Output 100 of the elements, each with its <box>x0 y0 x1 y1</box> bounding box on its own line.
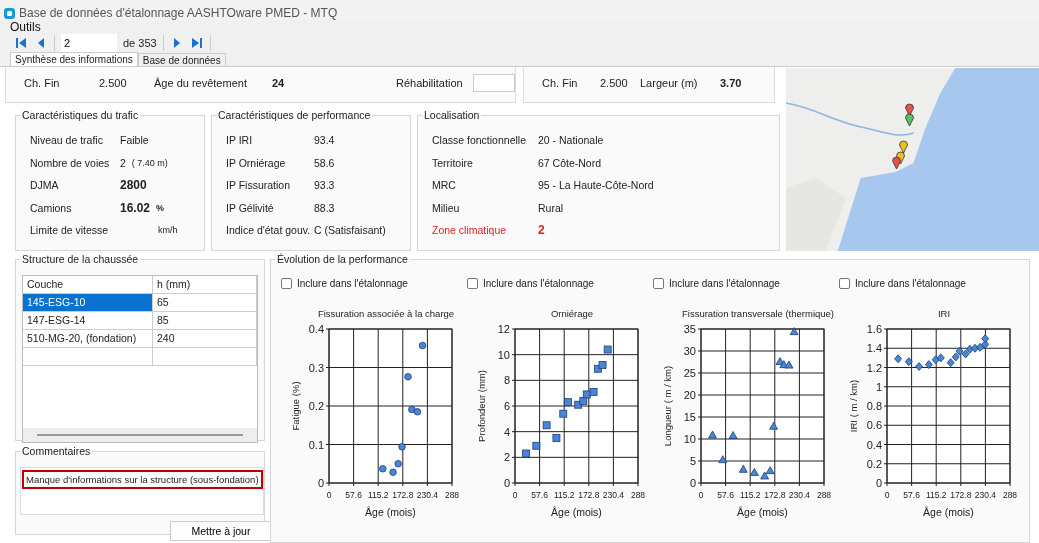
axis-tick-label: 0 <box>884 490 890 500</box>
field-label: Camions <box>30 201 73 214</box>
field-value: Rural <box>538 201 564 214</box>
comment-text: Manque d'informations sur la structure (sous-fondation) <box>22 470 263 489</box>
axis-tick-label: 115.2 <box>739 490 761 500</box>
data-point <box>532 441 541 450</box>
data-point <box>961 349 970 359</box>
data-point <box>542 421 551 430</box>
tab[interactable]: Synthèse des informations <box>10 52 138 66</box>
next-icon <box>172 37 181 49</box>
table-cell[interactable]: 85 <box>153 312 257 329</box>
data-point <box>522 449 530 458</box>
axis-title: Âge (mois) <box>551 506 602 518</box>
checkbox-label[interactable]: Inclure dans l'étalonnage <box>483 277 594 289</box>
table-cell[interactable]: 65 <box>153 294 257 311</box>
field-label: DJMA <box>30 179 60 192</box>
table-cell[interactable]: 510-MG-20, (fondation) <box>23 330 153 347</box>
axis-tick-label: 0.2 <box>308 400 324 412</box>
data-point <box>904 357 913 367</box>
field-value: 24 <box>272 76 286 89</box>
axis-tick-label: 0 <box>326 490 332 500</box>
axis-tick-label: 172.8 <box>578 490 600 500</box>
data-point <box>559 409 568 418</box>
axis-tick-label: 0.4 <box>866 438 882 451</box>
axis-tick-label: 288 <box>630 490 646 500</box>
field-value: 2 <box>120 156 126 169</box>
field-label: Limite de vitesse <box>30 224 110 237</box>
axis-tick-label: 172.8 <box>950 490 972 500</box>
data-point <box>404 373 412 381</box>
field-label: MRC <box>432 179 457 192</box>
field-value: 2800 <box>120 178 147 193</box>
unit-label: km/h <box>158 225 178 236</box>
group-title: Localisation <box>423 109 481 121</box>
axis-tick-label: 115.2 <box>925 490 947 500</box>
axis-tick-label: 172.8 <box>764 490 786 500</box>
axis-tick-label: 6 <box>503 400 510 412</box>
checkbox-label[interactable]: Inclure dans l'étalonnage <box>855 277 966 289</box>
axis-title: Âge (mois) <box>923 506 974 518</box>
data-point <box>379 465 387 473</box>
previous-icon <box>37 37 45 49</box>
axis-tick-label: 0 <box>512 490 518 500</box>
checkbox[interactable] <box>653 277 664 289</box>
axis-title: Âge (mois) <box>737 506 788 518</box>
update-button[interactable]: Mettre à jour <box>170 521 272 541</box>
data-point <box>564 398 572 407</box>
last-button[interactable] <box>189 36 204 50</box>
field-label: Milieu <box>432 201 461 214</box>
data-point <box>946 358 955 368</box>
record-count: de 353 <box>123 37 157 49</box>
record-field[interactable]: 2 <box>61 34 117 52</box>
axis-tick-label: 4 <box>503 425 510 438</box>
data-point <box>981 340 990 349</box>
table-cell[interactable]: 147-ESG-14 <box>23 312 153 329</box>
scrollbar-thumb[interactable] <box>37 434 243 436</box>
axis-tick-label: 57.6 <box>531 490 548 500</box>
field-label: Ch. Fin <box>24 76 61 89</box>
axis-title: Fatigue (%) <box>290 381 301 431</box>
field-label: IP Fissuration <box>226 179 291 192</box>
input-field[interactable] <box>473 73 515 92</box>
table-cell[interactable]: 145-ESG-10 <box>23 294 153 311</box>
checkbox[interactable] <box>839 277 850 289</box>
axis-tick-label: 288 <box>1002 490 1018 500</box>
axis-tick-label: 8 <box>503 374 510 387</box>
checkbox-label[interactable]: Inclure dans l'étalonnage <box>669 277 780 289</box>
checkbox[interactable] <box>467 277 478 289</box>
field-value: 58.6 <box>314 156 335 169</box>
axis-tick-label: 1 <box>875 380 882 393</box>
checkbox[interactable] <box>281 277 292 289</box>
field-value: 2 <box>538 223 545 238</box>
data-point <box>418 341 427 350</box>
comment-field[interactable]: Manque d'informations sur la structure (sous-fondation) <box>20 467 264 515</box>
data-point <box>924 360 933 369</box>
data-point <box>965 344 974 354</box>
field-label: Indice d'état gouv. <box>226 224 312 237</box>
tab[interactable]: Base de données <box>137 53 226 66</box>
chart-title: Fissuration transversale (thermique) <box>681 308 835 319</box>
axis-tick-label: 10 <box>497 348 510 361</box>
data-point <box>765 466 775 475</box>
data-point <box>718 455 728 464</box>
menu-item[interactable]: Outils <box>10 20 41 34</box>
axis-tick-label: 115.2 <box>367 490 389 500</box>
axis-tick-label: 172.8 <box>392 490 414 500</box>
data-point <box>951 352 960 362</box>
data-point <box>708 430 717 439</box>
axis-tick-label: 0 <box>317 477 324 489</box>
axis-tick-label: 1.6 <box>866 323 882 335</box>
axis-tick-label: 115.2 <box>553 490 575 500</box>
field-label: IP Orniérage <box>226 156 287 169</box>
axis-tick-label: 35 <box>683 323 696 335</box>
axis-tick-label: 5 <box>689 455 696 467</box>
table-cell[interactable]: 240 <box>153 330 257 347</box>
field-value: 93.4 <box>314 134 335 147</box>
data-point <box>789 327 799 336</box>
unit-label: % <box>156 202 165 213</box>
checkbox-label[interactable]: Inclure dans l'étalonnage <box>297 277 408 289</box>
first-button[interactable] <box>14 36 28 50</box>
field-label: Classe fonctionnelle <box>432 134 527 147</box>
axis-title: Âge (mois) <box>365 506 416 518</box>
data-point <box>931 355 940 365</box>
axis-tick-label: 0.2 <box>866 457 882 470</box>
